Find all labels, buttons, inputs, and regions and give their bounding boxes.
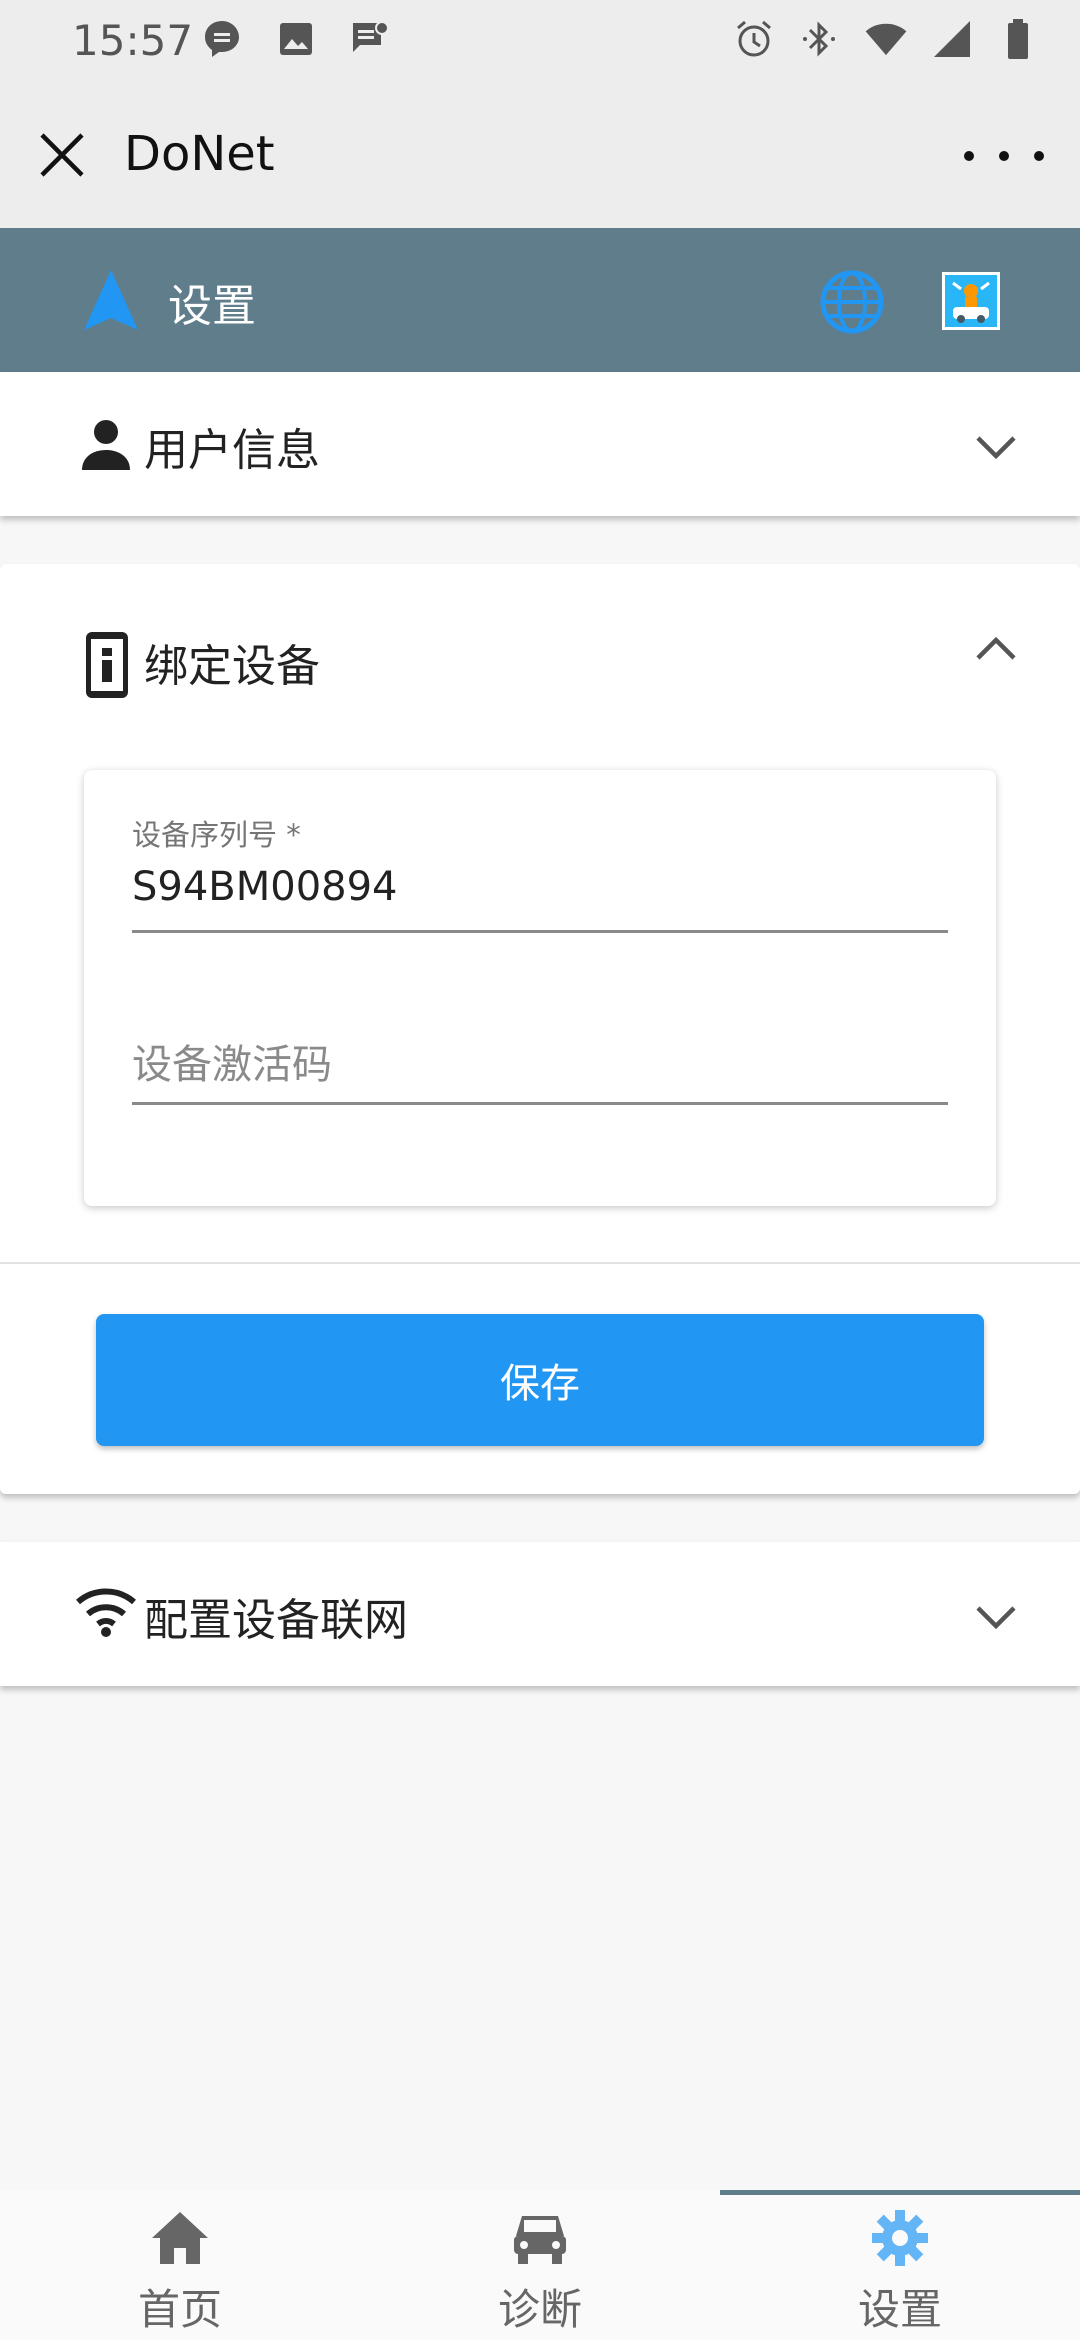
serial-number-value[interactable]: S94BM00894 bbox=[132, 864, 948, 910]
serial-number-label: 设备序列号 * bbox=[132, 818, 301, 852]
bind-device-header[interactable]: 绑定设备 bbox=[0, 564, 1080, 706]
page-header: 设置 bbox=[0, 228, 1080, 372]
serial-number-underline bbox=[132, 930, 948, 933]
device-info-icon bbox=[86, 632, 128, 698]
chat-icon bbox=[348, 14, 392, 64]
home-icon bbox=[152, 2212, 208, 2264]
status-bar: 15:57 bbox=[0, 0, 1080, 80]
device-form-card: 设备序列号 * S94BM00894 设备激活码 bbox=[84, 770, 996, 1206]
chevron-down-icon bbox=[976, 436, 1016, 460]
network-config-title: 配置设备联网 bbox=[144, 1595, 408, 1646]
wifi-icon bbox=[864, 14, 908, 64]
bluetooth-icon bbox=[798, 14, 842, 64]
bind-device-title: 绑定设备 bbox=[144, 641, 320, 692]
image-icon bbox=[274, 14, 318, 64]
nav-label-diagnose: 诊断 bbox=[497, 2285, 582, 2334]
app-title: DoNet bbox=[124, 126, 275, 182]
navigation-arrow-icon[interactable] bbox=[82, 268, 140, 332]
nav-item-diagnose[interactable]: 诊断 bbox=[360, 2190, 720, 2340]
alarm-icon bbox=[732, 14, 776, 64]
network-config-header[interactable]: 配置设备联网 bbox=[0, 1542, 1080, 1684]
car-icon bbox=[514, 2216, 566, 2264]
status-time: 15:57 bbox=[72, 16, 194, 65]
serial-number-field[interactable]: 设备序列号 * S94BM00894 bbox=[132, 812, 948, 933]
app-bar: DoNet bbox=[0, 80, 1080, 228]
more-button[interactable] bbox=[964, 134, 1044, 178]
user-info-title: 用户信息 bbox=[144, 425, 320, 476]
gear-icon bbox=[872, 2210, 928, 2266]
activation-code-field[interactable]: 设备激活码 bbox=[132, 1032, 948, 1105]
nav-item-settings[interactable]: 设置 bbox=[720, 2190, 1080, 2340]
divider bbox=[0, 1262, 1080, 1264]
activation-code-input[interactable]: 设备激活码 bbox=[132, 1032, 948, 1090]
globe-icon[interactable] bbox=[818, 268, 886, 336]
network-config-panel: 配置设备联网 bbox=[0, 1542, 1080, 1686]
signal-icon bbox=[930, 14, 974, 64]
activation-code-underline bbox=[132, 1102, 948, 1105]
battery-icon bbox=[996, 14, 1040, 64]
close-icon bbox=[40, 133, 84, 177]
save-button[interactable]: 保存 bbox=[96, 1314, 984, 1446]
nav-label-settings: 设置 bbox=[857, 2285, 942, 2334]
bottom-navigation: 首页 诊断 设置 bbox=[0, 2190, 1080, 2340]
wifi-icon bbox=[76, 1588, 136, 1637]
chevron-down-icon bbox=[976, 1606, 1016, 1630]
message-bubble-icon bbox=[200, 14, 244, 64]
nav-item-home[interactable]: 首页 bbox=[0, 2190, 360, 2340]
bind-device-panel: 绑定设备 设备序列号 * S94BM00894 设备激活码 保存 bbox=[0, 564, 1080, 1494]
user-info-panel: 用户信息 bbox=[0, 372, 1080, 516]
more-icon bbox=[964, 151, 974, 161]
nav-label-home: 首页 bbox=[137, 2285, 222, 2334]
close-button[interactable] bbox=[34, 120, 90, 190]
avatar[interactable] bbox=[942, 272, 1000, 330]
page-title: 设置 bbox=[168, 281, 256, 332]
user-info-header[interactable]: 用户信息 bbox=[0, 372, 1080, 514]
chevron-up-icon bbox=[976, 636, 1016, 660]
person-icon bbox=[82, 420, 130, 470]
